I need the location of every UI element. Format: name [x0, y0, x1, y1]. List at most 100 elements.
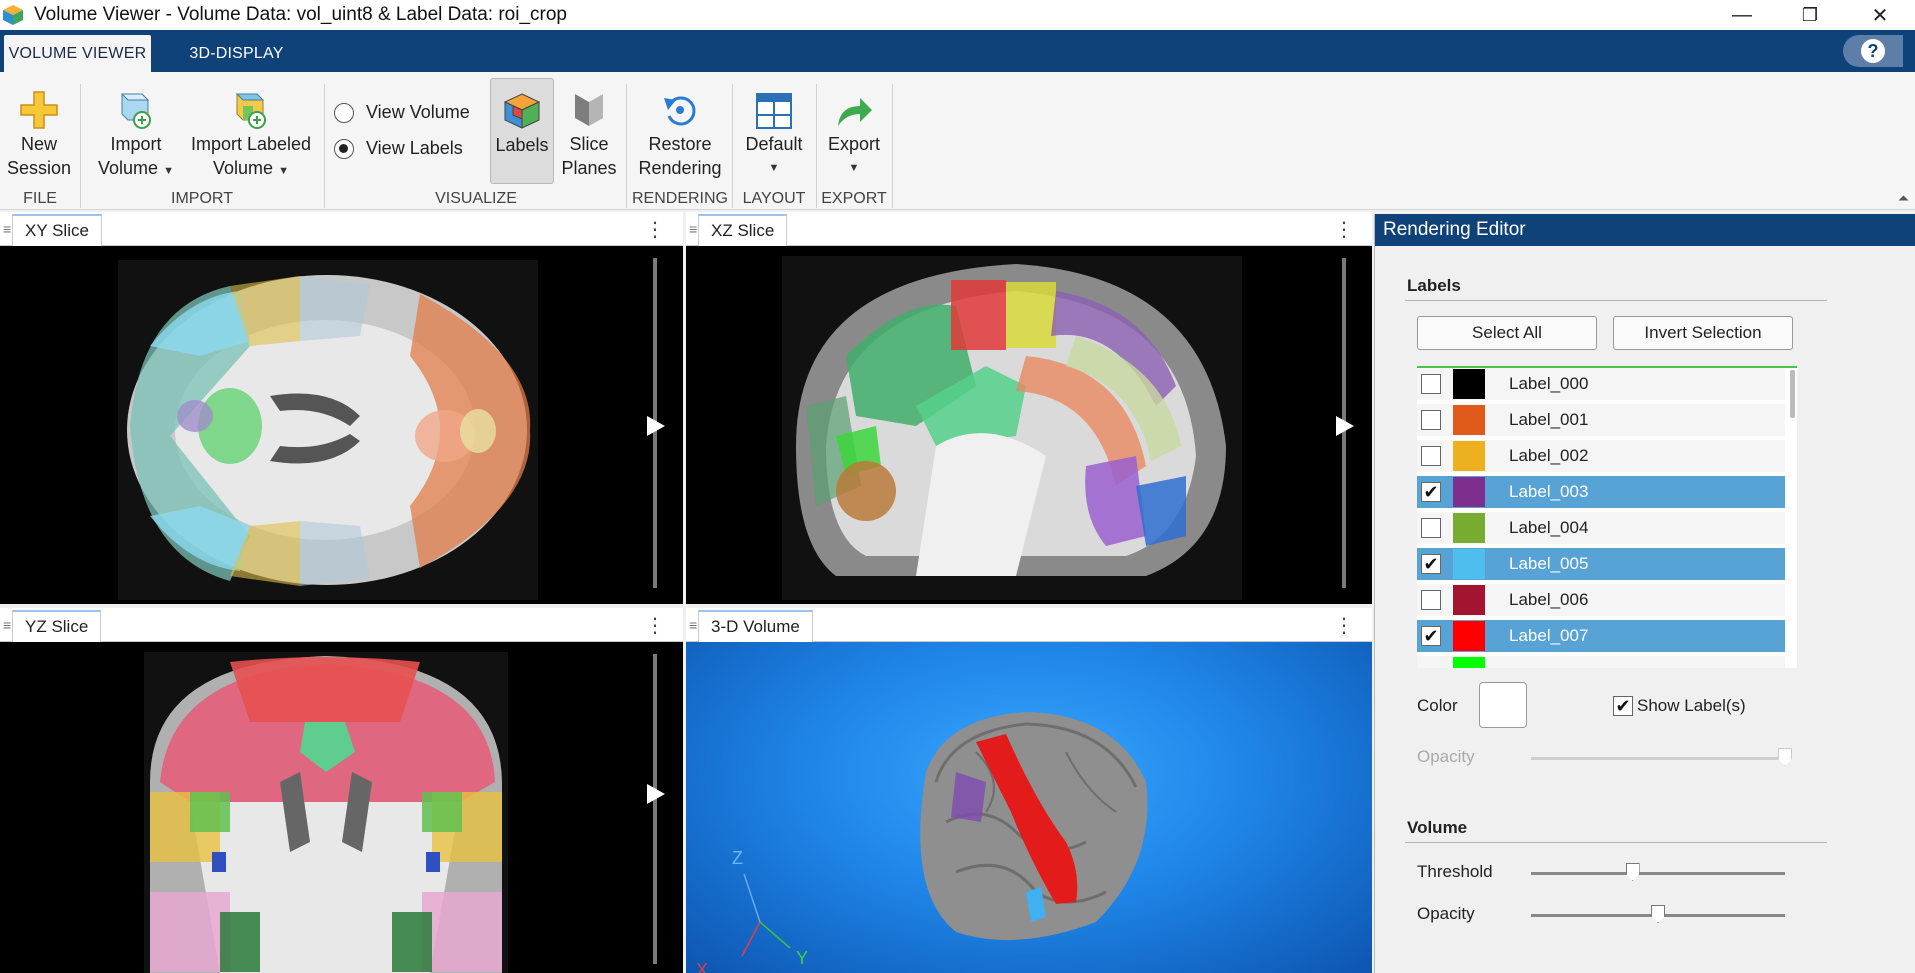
label-color-swatch — [1453, 477, 1485, 507]
axis-y-label: Y — [796, 948, 809, 968]
yz-slice-slider-track[interactable] — [653, 654, 657, 964]
label-name: Label_006 — [1509, 590, 1589, 609]
title-bar: Volume Viewer - Volume Data: vol_uint8 &… — [0, 0, 1915, 30]
label-opacity-slider-thumb[interactable] — [1778, 748, 1792, 766]
label-list[interactable]: Label_000 Label_001 Label_002 ✔ Label_00… — [1417, 366, 1797, 668]
export-button[interactable]: Export ▼ — [820, 82, 888, 180]
list-scrollbar[interactable] — [1790, 370, 1795, 418]
import-labeled-label-1: Import Labeled — [190, 134, 312, 154]
label-row-selected[interactable]: ✔ Label_003 — [1417, 476, 1785, 510]
plus-icon — [19, 82, 59, 130]
color-label: Color — [1417, 696, 1458, 715]
label-row[interactable]: Label_001 — [1417, 404, 1785, 438]
xz-slice-slider-thumb[interactable] — [1336, 416, 1354, 436]
restore-button[interactable]: ❐ — [1780, 0, 1840, 30]
label-name: Label_000 — [1509, 374, 1589, 393]
label-checkbox[interactable] — [1421, 518, 1441, 538]
ribbon-divider — [324, 84, 325, 208]
export-arrow-icon — [834, 82, 874, 130]
yz-slice-tab[interactable]: YZ Slice — [12, 610, 102, 642]
more-options-icon[interactable]: ⋮ — [1334, 217, 1354, 242]
select-all-button[interactable]: Select All — [1417, 316, 1597, 350]
drag-handle-icon[interactable]: ≡ — [689, 617, 697, 633]
xz-brain-image — [782, 256, 1242, 600]
label-checkbox-checked[interactable]: ✔ — [1421, 554, 1441, 574]
default-layout-button[interactable]: Default ▼ — [738, 82, 810, 180]
yz-slice-view[interactable] — [0, 642, 683, 973]
help-button[interactable]: ? — [1843, 35, 1903, 67]
xy-slice-pane: ≡ XY Slice ⋮ — [0, 212, 683, 604]
more-options-icon[interactable]: ⋮ — [645, 217, 665, 242]
axis-z-label: Z — [732, 848, 743, 868]
view-labels-radio[interactable]: View Labels — [334, 138, 463, 159]
label-checkbox[interactable] — [1421, 590, 1441, 610]
drag-handle-icon[interactable]: ≡ — [689, 221, 697, 237]
label-row-selected[interactable]: ✔ Label_007 — [1417, 620, 1785, 654]
show-labels-checkbox[interactable]: ✔ Show Label(s) — [1613, 696, 1746, 716]
label-name: Label_004 — [1509, 518, 1589, 537]
label-color-swatch — [1453, 621, 1485, 651]
threshold-slider-thumb[interactable] — [1625, 863, 1640, 881]
default-layout-label: Default — [745, 134, 803, 154]
new-session-button[interactable]: New Session — [6, 82, 72, 180]
xz-slice-view[interactable] — [686, 246, 1372, 604]
pane-header: ≡ XZ Slice ⋮ — [686, 212, 1372, 246]
invert-selection-button[interactable]: Invert Selection — [1613, 316, 1793, 350]
label-row[interactable] — [1417, 656, 1785, 668]
radio-button-icon — [334, 102, 354, 123]
slice-planes-label-1: Slice — [569, 134, 609, 154]
slice-planes-button[interactable]: Slice Planes — [558, 82, 620, 180]
restore-label-1: Restore — [648, 134, 712, 154]
drag-handle-icon[interactable]: ≡ — [3, 617, 11, 633]
import-labeled-volume-button[interactable]: Import Labeled Volume ▼ — [186, 82, 316, 183]
tab-3d-display[interactable]: 3D-DISPLAY — [170, 35, 303, 72]
labels-button[interactable]: Labels — [490, 78, 554, 184]
chevron-down-icon: ▼ — [848, 162, 860, 174]
more-options-icon[interactable]: ⋮ — [1334, 613, 1354, 638]
more-options-icon[interactable]: ⋮ — [645, 613, 665, 638]
volume-section-heading: Volume — [1407, 818, 1468, 837]
label-row[interactable]: Label_000 — [1417, 368, 1785, 402]
label-checkbox[interactable] — [1421, 446, 1441, 466]
radio-button-selected-icon — [334, 138, 354, 159]
collapse-ribbon-icon[interactable]: ⏶ — [1898, 190, 1909, 207]
3d-volume-tab[interactable]: 3-D Volume — [698, 610, 813, 642]
label-row[interactable]: Label_002 — [1417, 440, 1785, 474]
xy-slice-slider-thumb[interactable] — [647, 416, 665, 436]
label-row-selected[interactable]: ✔ Label_005 — [1417, 548, 1785, 582]
label-checkbox-checked[interactable]: ✔ — [1421, 482, 1441, 502]
section-visualize-label: VISUALIZE — [435, 190, 517, 207]
label-checkbox-checked[interactable]: ✔ — [1421, 626, 1441, 646]
view-volume-radio[interactable]: View Volume — [334, 102, 470, 123]
label-opacity-slider[interactable] — [1531, 757, 1785, 760]
new-session-label-1: New — [20, 134, 57, 154]
minimize-button[interactable]: — — [1712, 0, 1772, 30]
restore-rendering-button[interactable]: Restore Rendering — [634, 82, 726, 180]
threshold-slider[interactable] — [1531, 872, 1785, 875]
labels-cube-icon — [502, 83, 542, 131]
yz-slice-slider-thumb[interactable] — [647, 784, 665, 804]
3d-volume-view[interactable]: Z X Y — [686, 642, 1372, 973]
label-color-swatch — [1453, 585, 1485, 615]
window-title: Volume Viewer - Volume Data: vol_uint8 &… — [34, 4, 568, 25]
import-volume-label-2: Volume ▼ — [98, 156, 174, 183]
yz-brain-image — [144, 652, 508, 973]
label-row[interactable]: Label_006 — [1417, 584, 1785, 618]
color-picker-button[interactable] — [1479, 682, 1527, 728]
volume-opacity-slider-thumb[interactable] — [1651, 905, 1665, 923]
label-color-swatch — [1453, 369, 1485, 399]
label-checkbox[interactable] — [1421, 374, 1441, 394]
drag-handle-icon[interactable]: ≡ — [3, 221, 11, 237]
label-opacity-label: Opacity — [1417, 747, 1475, 766]
xy-slice-tab[interactable]: XY Slice — [12, 214, 102, 246]
rendering-editor-panel: Rendering Editor Labels Select All Inver… — [1374, 214, 1915, 973]
label-checkbox[interactable] — [1421, 410, 1441, 430]
xy-slice-view[interactable] — [0, 246, 683, 604]
xz-slice-tab[interactable]: XZ Slice — [698, 214, 788, 246]
pane-header: ≡ 3-D Volume ⋮ — [686, 608, 1372, 642]
label-row[interactable]: Label_004 — [1417, 512, 1785, 546]
close-button[interactable]: ✕ — [1850, 0, 1910, 30]
tab-volume-viewer[interactable]: VOLUME VIEWER — [4, 35, 151, 72]
import-labeled-volume-icon — [231, 82, 271, 130]
import-volume-button[interactable]: Import Volume ▼ — [92, 82, 180, 183]
